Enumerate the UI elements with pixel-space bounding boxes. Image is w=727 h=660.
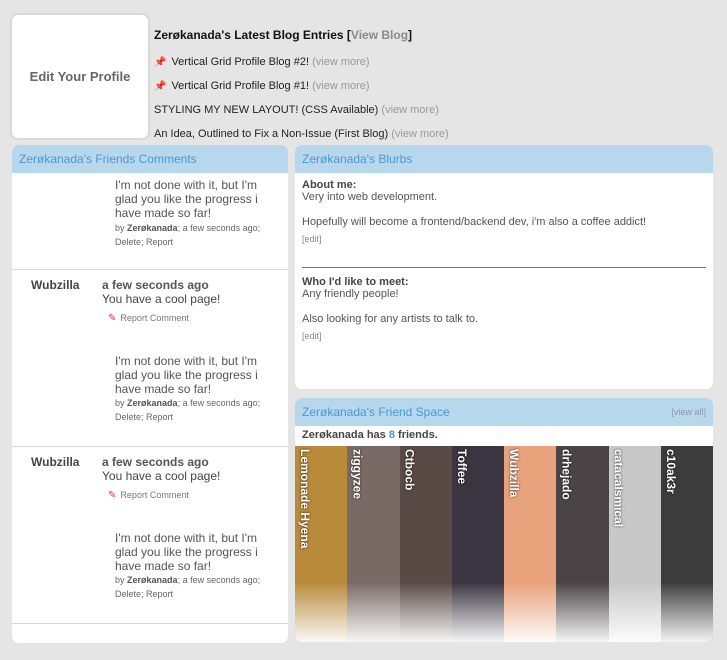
comment: Wubzilla a few seconds ago You have a co… (12, 447, 288, 624)
who-to-meet-section: Who I'd like to meet: Any friendly peopl… (302, 276, 706, 341)
comment-text: You have a cool page! (102, 292, 221, 306)
reply-meta: by Zerøkanada; a few seconds ago; Delete… (115, 573, 275, 601)
friend-card[interactable]: Wubzilla (504, 446, 557, 642)
view-more-link[interactable]: (view more) (391, 128, 448, 140)
divider (302, 267, 706, 268)
friend-card[interactable]: catacalsmical (608, 446, 661, 642)
blog-entry: 📌 Vertical Grid Profile Blog #1! (view mo… (154, 79, 574, 103)
friend-space-header: Zerøkanada's Friend Space [view all] (295, 398, 713, 426)
fade-overlay (660, 582, 713, 642)
edit-profile-label: Edit Your Profile (29, 69, 131, 84)
comment-author[interactable]: Wubzilla (31, 278, 79, 292)
friend-grid: Lemonade Hyena ziggyzee Ctbocb Toffee Wu… (295, 446, 713, 642)
report-comment-label: Report Comment (120, 490, 189, 500)
friend-space-title: Zerøkanada's Friend Space (302, 405, 450, 419)
reply-author[interactable]: Zerøkanada (127, 575, 178, 585)
reply-by: by (115, 223, 125, 233)
blog-entry: An Idea, Outlined to Fix a Non-Issue (Fi… (154, 127, 574, 140)
friend-name: Ctbocb (402, 449, 417, 491)
friend-space-panel: Zerøkanada's Friend Space [view all] Zer… (295, 398, 713, 642)
reply-text: I'm not done with it, but I'm glad you l… (115, 531, 258, 573)
report-comment-label: Report Comment (120, 313, 189, 323)
about-me-line: Very into web development. (302, 191, 438, 203)
reply-text: I'm not done with it, but I'm glad you l… (115, 354, 258, 396)
friend-name: c10ak3r (663, 449, 678, 494)
friends-comments-title: Zerøkanada's Friends Comments (19, 152, 197, 166)
blog-header: Zerøkanada's Latest Blog Entries [View B… (154, 28, 574, 42)
friends-comments-header: Zerøkanada's Friends Comments (12, 145, 288, 173)
report-icon: ✎ (108, 313, 117, 324)
friend-card[interactable]: Lemonade Hyena (295, 446, 348, 642)
friend-name: Wubzilla (507, 449, 521, 498)
pin-icon: 📌 (154, 81, 167, 92)
pin-icon: 📌 (154, 57, 167, 68)
friend-card[interactable]: ziggyzee (347, 446, 400, 642)
friend-suffix: friends. (398, 429, 438, 441)
blog-entry-title[interactable]: An Idea, Outlined to Fix a Non-Issue (Fi… (154, 128, 388, 140)
fade-overlay (347, 582, 400, 642)
friend-card[interactable]: Toffee (451, 446, 504, 642)
edit-meet-link[interactable]: [edit] (302, 331, 706, 341)
blog-entry-title[interactable]: Vertical Grid Profile Blog #1! (171, 80, 309, 92)
friend-card[interactable]: drhejado (556, 446, 609, 642)
friend-card[interactable]: c10ak3r (660, 446, 713, 642)
friend-name: drhejado (559, 449, 574, 500)
comment: Wubzilla a few seconds ago You have a co… (12, 270, 288, 447)
reply-author[interactable]: Zerøkanada (127, 223, 178, 233)
fade-overlay (451, 582, 504, 642)
who-to-meet-heading: Who I'd like to meet: (302, 276, 409, 288)
friend-name: Toffee (454, 449, 469, 485)
blurbs-header: Zerøkanada's Blurbs (295, 145, 713, 173)
fade-overlay (608, 582, 661, 642)
edit-about-link[interactable]: [edit] (302, 234, 706, 244)
view-more-link[interactable]: (view more) (381, 104, 438, 116)
reply-meta: by Zerøkanada; a few seconds ago; Delete… (115, 396, 275, 424)
report-comment-link[interactable]: ✎ Report Comment (108, 490, 189, 501)
view-more-link[interactable]: (view more) (312, 56, 369, 68)
reply-author[interactable]: Zerøkanada (127, 398, 178, 408)
friend-name: ziggyzee (350, 449, 365, 500)
view-more-link[interactable]: (view more) (312, 80, 369, 92)
comment: I'm not done with it, but I'm glad you l… (12, 173, 288, 270)
about-me-line: Hopefully will become a frontend/backend… (302, 216, 647, 228)
friend-count-number: 8 (388, 429, 395, 441)
blog-entry-title[interactable]: STYLING MY NEW LAYOUT! (CSS Available) (154, 104, 378, 116)
comment-time: a few seconds ago (102, 455, 209, 469)
friend-has: has (366, 429, 386, 441)
reply-by: by (115, 575, 125, 585)
blog-title-suffix: ] (408, 28, 413, 42)
who-to-meet-line: Any friendly people! (302, 288, 399, 300)
fade-overlay (556, 582, 609, 642)
blurbs-panel: Zerøkanada's Blurbs About me: Very into … (295, 145, 713, 389)
friend-count: Zerøkanada has 8 friends. (302, 429, 438, 441)
blog-entry: 📌 Vertical Grid Profile Blog #2! (view mo… (154, 55, 574, 79)
latest-blog-entries: Zerøkanada's Latest Blog Entries [View B… (154, 28, 574, 140)
view-blog-link[interactable]: View Blog (351, 28, 408, 42)
reply-text: I'm not done with it, but I'm glad you l… (115, 178, 258, 220)
view-all-link[interactable]: [view all] (671, 407, 706, 417)
friend-owner: Zerøkanada (302, 429, 364, 441)
report-icon: ✎ (108, 490, 117, 501)
edit-profile-button[interactable]: Edit Your Profile (10, 13, 150, 140)
reply-by: by (115, 398, 125, 408)
comment-time: a few seconds ago (102, 278, 209, 292)
friend-card[interactable]: Ctbocb (399, 446, 452, 642)
report-comment-link[interactable]: ✎ Report Comment (108, 313, 189, 324)
friend-name: Lemonade Hyena (298, 449, 312, 549)
about-me-section: About me: Very into web development. Hop… (302, 179, 706, 244)
comment-author[interactable]: Wubzilla (31, 455, 79, 469)
blog-title-prefix: Zerøkanada's Latest Blog Entries [ (154, 28, 351, 42)
blog-entry-title[interactable]: Vertical Grid Profile Blog #2! (171, 56, 309, 68)
about-me-heading: About me: (302, 179, 357, 191)
fade-overlay (504, 582, 557, 642)
blurbs-title: Zerøkanada's Blurbs (302, 152, 413, 166)
blog-entry: STYLING MY NEW LAYOUT! (CSS Available) (… (154, 103, 574, 127)
comment-text: You have a cool page! (102, 469, 221, 483)
fade-overlay (399, 582, 452, 642)
fade-overlay (295, 582, 348, 642)
reply-meta: by Zerøkanada; a few seconds ago; Delete… (115, 221, 275, 249)
who-to-meet-line: Also looking for any artists to talk to. (302, 313, 479, 325)
friend-name: catacalsmical (611, 449, 626, 528)
friends-comments-panel: Zerøkanada's Friends Comments I'm not do… (12, 145, 288, 643)
